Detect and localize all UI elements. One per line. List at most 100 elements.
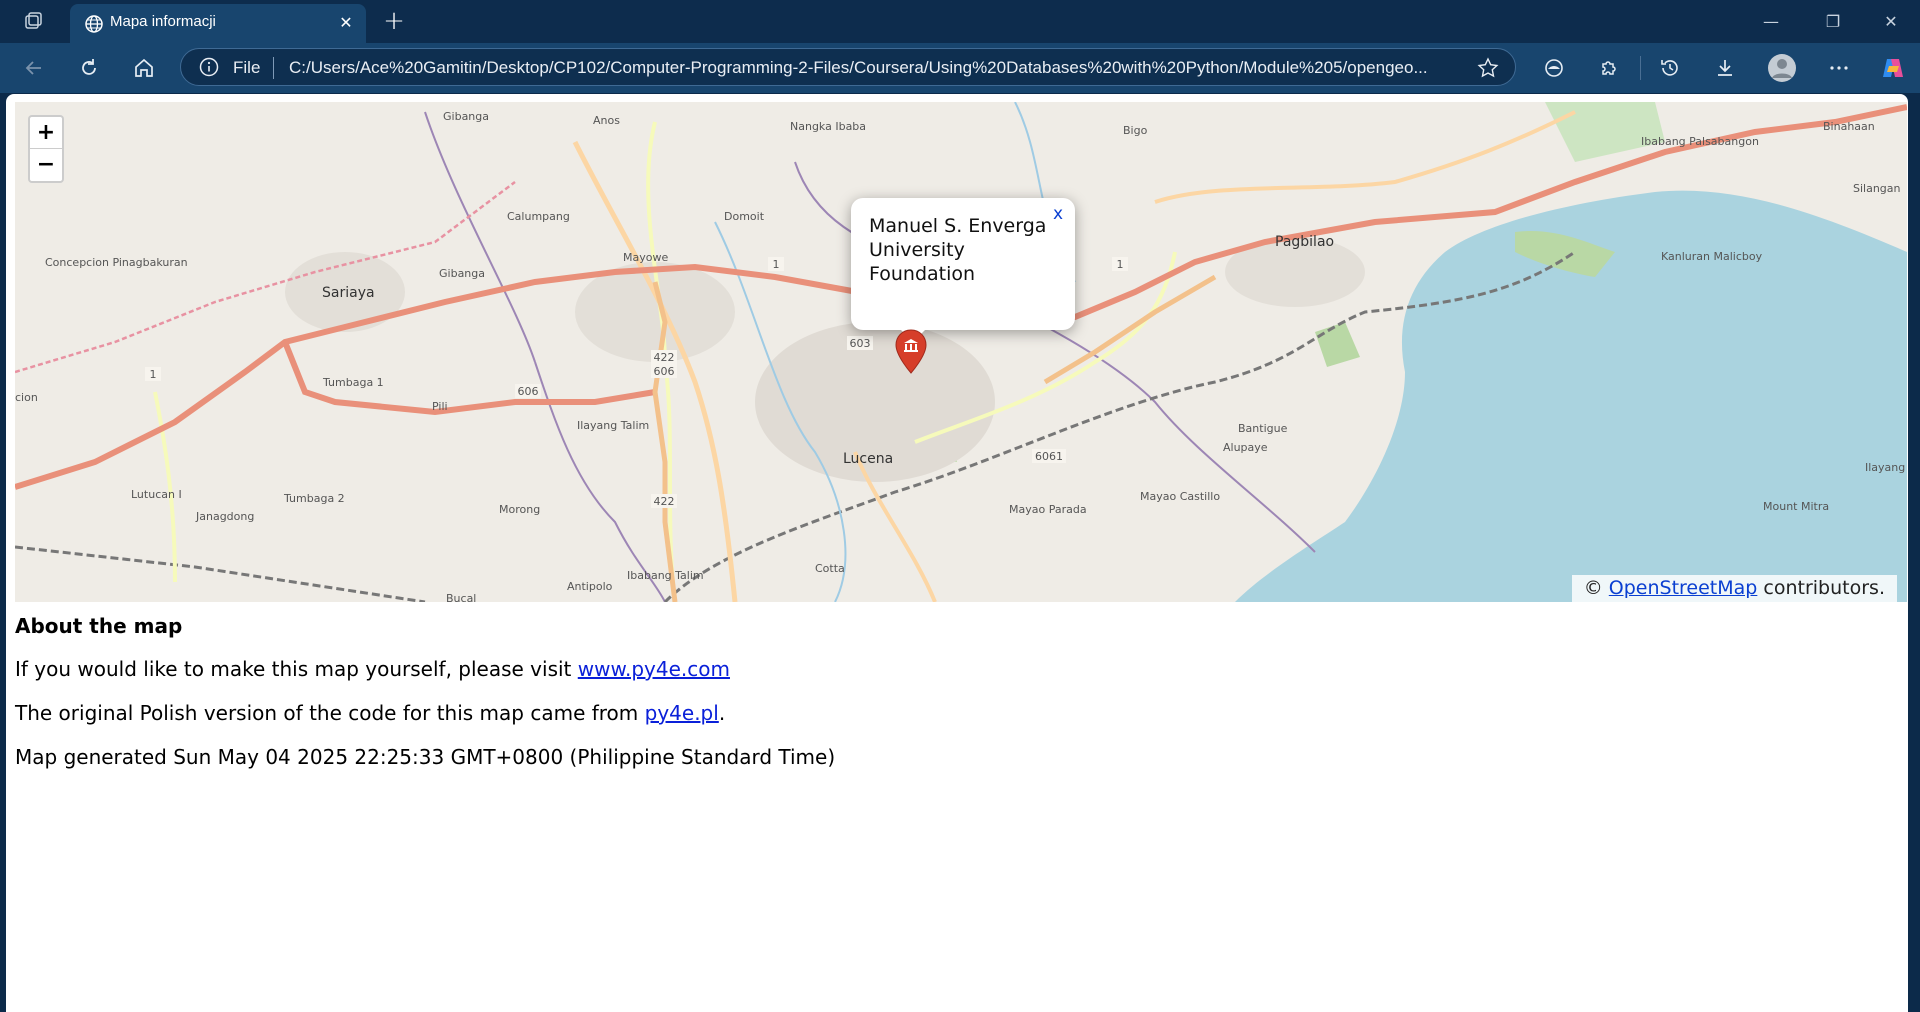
generated-timestamp: Map generated Sun May 04 2025 22:25:33 G… (15, 745, 836, 769)
line1-text: If you would like to make this map yours… (15, 657, 578, 681)
address-bar[interactable]: File C:/Users/Ace%20Gamitin/Desktop/CP10… (180, 48, 1516, 86)
plus-icon[interactable]: + (380, 8, 408, 36)
road-number-1: 1 (768, 257, 784, 271)
road-number-6: 606 (515, 384, 541, 398)
minimize-icon[interactable]: — (1756, 8, 1786, 34)
openstreetmap-link[interactable]: OpenStreetMap (1609, 577, 1758, 599)
py4e-com-link[interactable]: www.py4e.com (578, 657, 730, 681)
place-label: Janagdong (195, 510, 254, 523)
place-label: Bucal (446, 592, 476, 602)
map-popup: Manuel S. Enverga University Foundation … (851, 198, 1075, 342)
place-label: Antipolo (567, 580, 613, 593)
title-bar: Mapa informacji ✕ + — ❐ ✕ (0, 0, 1920, 43)
place-label: Bigo (1123, 124, 1148, 137)
toolbar-divider (1640, 56, 1641, 80)
avatar-icon[interactable] (1765, 53, 1799, 83)
browser-essentials-icon[interactable] (1537, 53, 1571, 83)
place-label: Ibabang Palsabangon (1641, 135, 1759, 148)
tab-actions-icon[interactable] (18, 8, 48, 34)
svg-text:1: 1 (150, 368, 157, 381)
about-line-2: The original Polish version of the code … (15, 701, 725, 725)
address-separator (273, 57, 274, 79)
svg-text:1: 1 (773, 258, 780, 271)
zoom-out-button[interactable]: − (30, 148, 62, 180)
popup-content: Manuel S. Enverga University Foundation (869, 215, 1047, 285)
refresh-icon[interactable] (72, 53, 106, 83)
svg-text:606: 606 (654, 365, 675, 378)
attribution-suffix: contributors. (1763, 577, 1885, 599)
window-close-icon[interactable]: ✕ (1876, 8, 1906, 34)
address-url[interactable]: C:/Users/Ace%20Gamitin/Desktop/CP102/Com… (289, 58, 1459, 78)
svg-text:422: 422 (654, 351, 675, 364)
tab-title: Mapa informacji (110, 13, 216, 30)
place-label: cion (15, 391, 38, 404)
restore-icon[interactable]: ❐ (1818, 8, 1848, 34)
place-label: Lucena (843, 451, 893, 467)
place-label: Gibanga (439, 267, 485, 280)
address-protocol: File (233, 58, 261, 77)
place-label: Morong (499, 503, 540, 516)
home-icon[interactable] (127, 53, 161, 83)
globe-icon (84, 14, 104, 34)
tab-active[interactable]: Mapa informacji ✕ (70, 4, 366, 43)
place-label: Binahaan (1823, 120, 1875, 133)
history-icon[interactable] (1653, 53, 1687, 83)
copilot-icon[interactable] (1876, 53, 1910, 83)
place-label: Tumbaga 1 (322, 376, 384, 389)
page-content: 1 1 1 422 606 606 603 422 6061 Gibanga A… (6, 94, 1908, 1012)
star-icon[interactable] (1477, 57, 1499, 79)
about-section: About the map (15, 614, 182, 638)
road-number-7: 603 (847, 336, 873, 350)
place-label: Bantigue (1238, 422, 1288, 435)
zoom-in-button[interactable]: + (30, 117, 62, 148)
place-label: Nangka Ibaba (790, 120, 866, 133)
place-label: Concepcion Pinagbakuran (45, 256, 188, 269)
road-number-9: 6061 (1032, 449, 1066, 463)
place-label: Ilayang P (1865, 461, 1907, 474)
road-number-8: 422 (651, 494, 677, 508)
info-icon[interactable] (199, 57, 219, 77)
place-label: Ilayang Talim (577, 419, 649, 432)
place-label: Calumpang (507, 210, 570, 223)
place-label: Gibanga (443, 110, 489, 123)
svg-text:6061: 6061 (1035, 450, 1063, 463)
place-label: Ibabang Talim (627, 569, 704, 582)
place-label: Cotta (815, 562, 845, 575)
place-label: Domoit (724, 210, 765, 223)
more-icon[interactable] (1822, 53, 1856, 83)
zoom-control: + − (28, 115, 64, 183)
line2-end: . (718, 701, 726, 725)
back-arrow-icon[interactable] (17, 53, 51, 83)
place-label: Mayowe (623, 251, 668, 264)
place-label: Mayao Parada (1009, 503, 1087, 516)
road-number-2: 1 (1112, 257, 1128, 271)
road-number-5: 606 (651, 364, 677, 378)
map-attribution: © OpenStreetMap contributors. (1571, 575, 1897, 602)
place-label: Sariaya (322, 285, 375, 301)
road-number-3: 1 (145, 367, 161, 381)
puzzle-icon[interactable] (1592, 53, 1626, 83)
map-marker-icon[interactable] (894, 329, 928, 375)
svg-text:1: 1 (1117, 258, 1124, 271)
download-icon[interactable] (1708, 53, 1742, 83)
place-label: Kanluran Malicboy (1661, 250, 1763, 263)
popup-close-button[interactable]: x (1053, 204, 1063, 224)
place-label: Pagbilao (1275, 234, 1334, 250)
map[interactable]: 1 1 1 422 606 606 603 422 6061 Gibanga A… (15, 102, 1907, 602)
map-tiles: 1 1 1 422 606 606 603 422 6061 Gibanga A… (15, 102, 1907, 602)
close-icon[interactable]: ✕ (336, 13, 356, 33)
place-label: Alupaye (1223, 441, 1268, 454)
svg-text:606: 606 (518, 385, 539, 398)
toolbar: File C:/Users/Ace%20Gamitin/Desktop/CP10… (0, 43, 1920, 93)
place-label: Lutucan I (131, 488, 182, 501)
place-label: Mount Mitra (1763, 500, 1829, 513)
place-label: Mayao Castillo (1140, 490, 1220, 503)
attribution-prefix: © (1583, 577, 1603, 599)
py4e-pl-link[interactable]: py4e.pl (645, 701, 719, 725)
about-line-1: If you would like to make this map yours… (15, 657, 730, 681)
svg-text:422: 422 (654, 495, 675, 508)
road-number-4: 422 (651, 350, 677, 364)
place-label: Tumbaga 2 (283, 492, 345, 505)
place-label: Pili (432, 400, 448, 413)
place-label: Silangan (1853, 182, 1901, 195)
